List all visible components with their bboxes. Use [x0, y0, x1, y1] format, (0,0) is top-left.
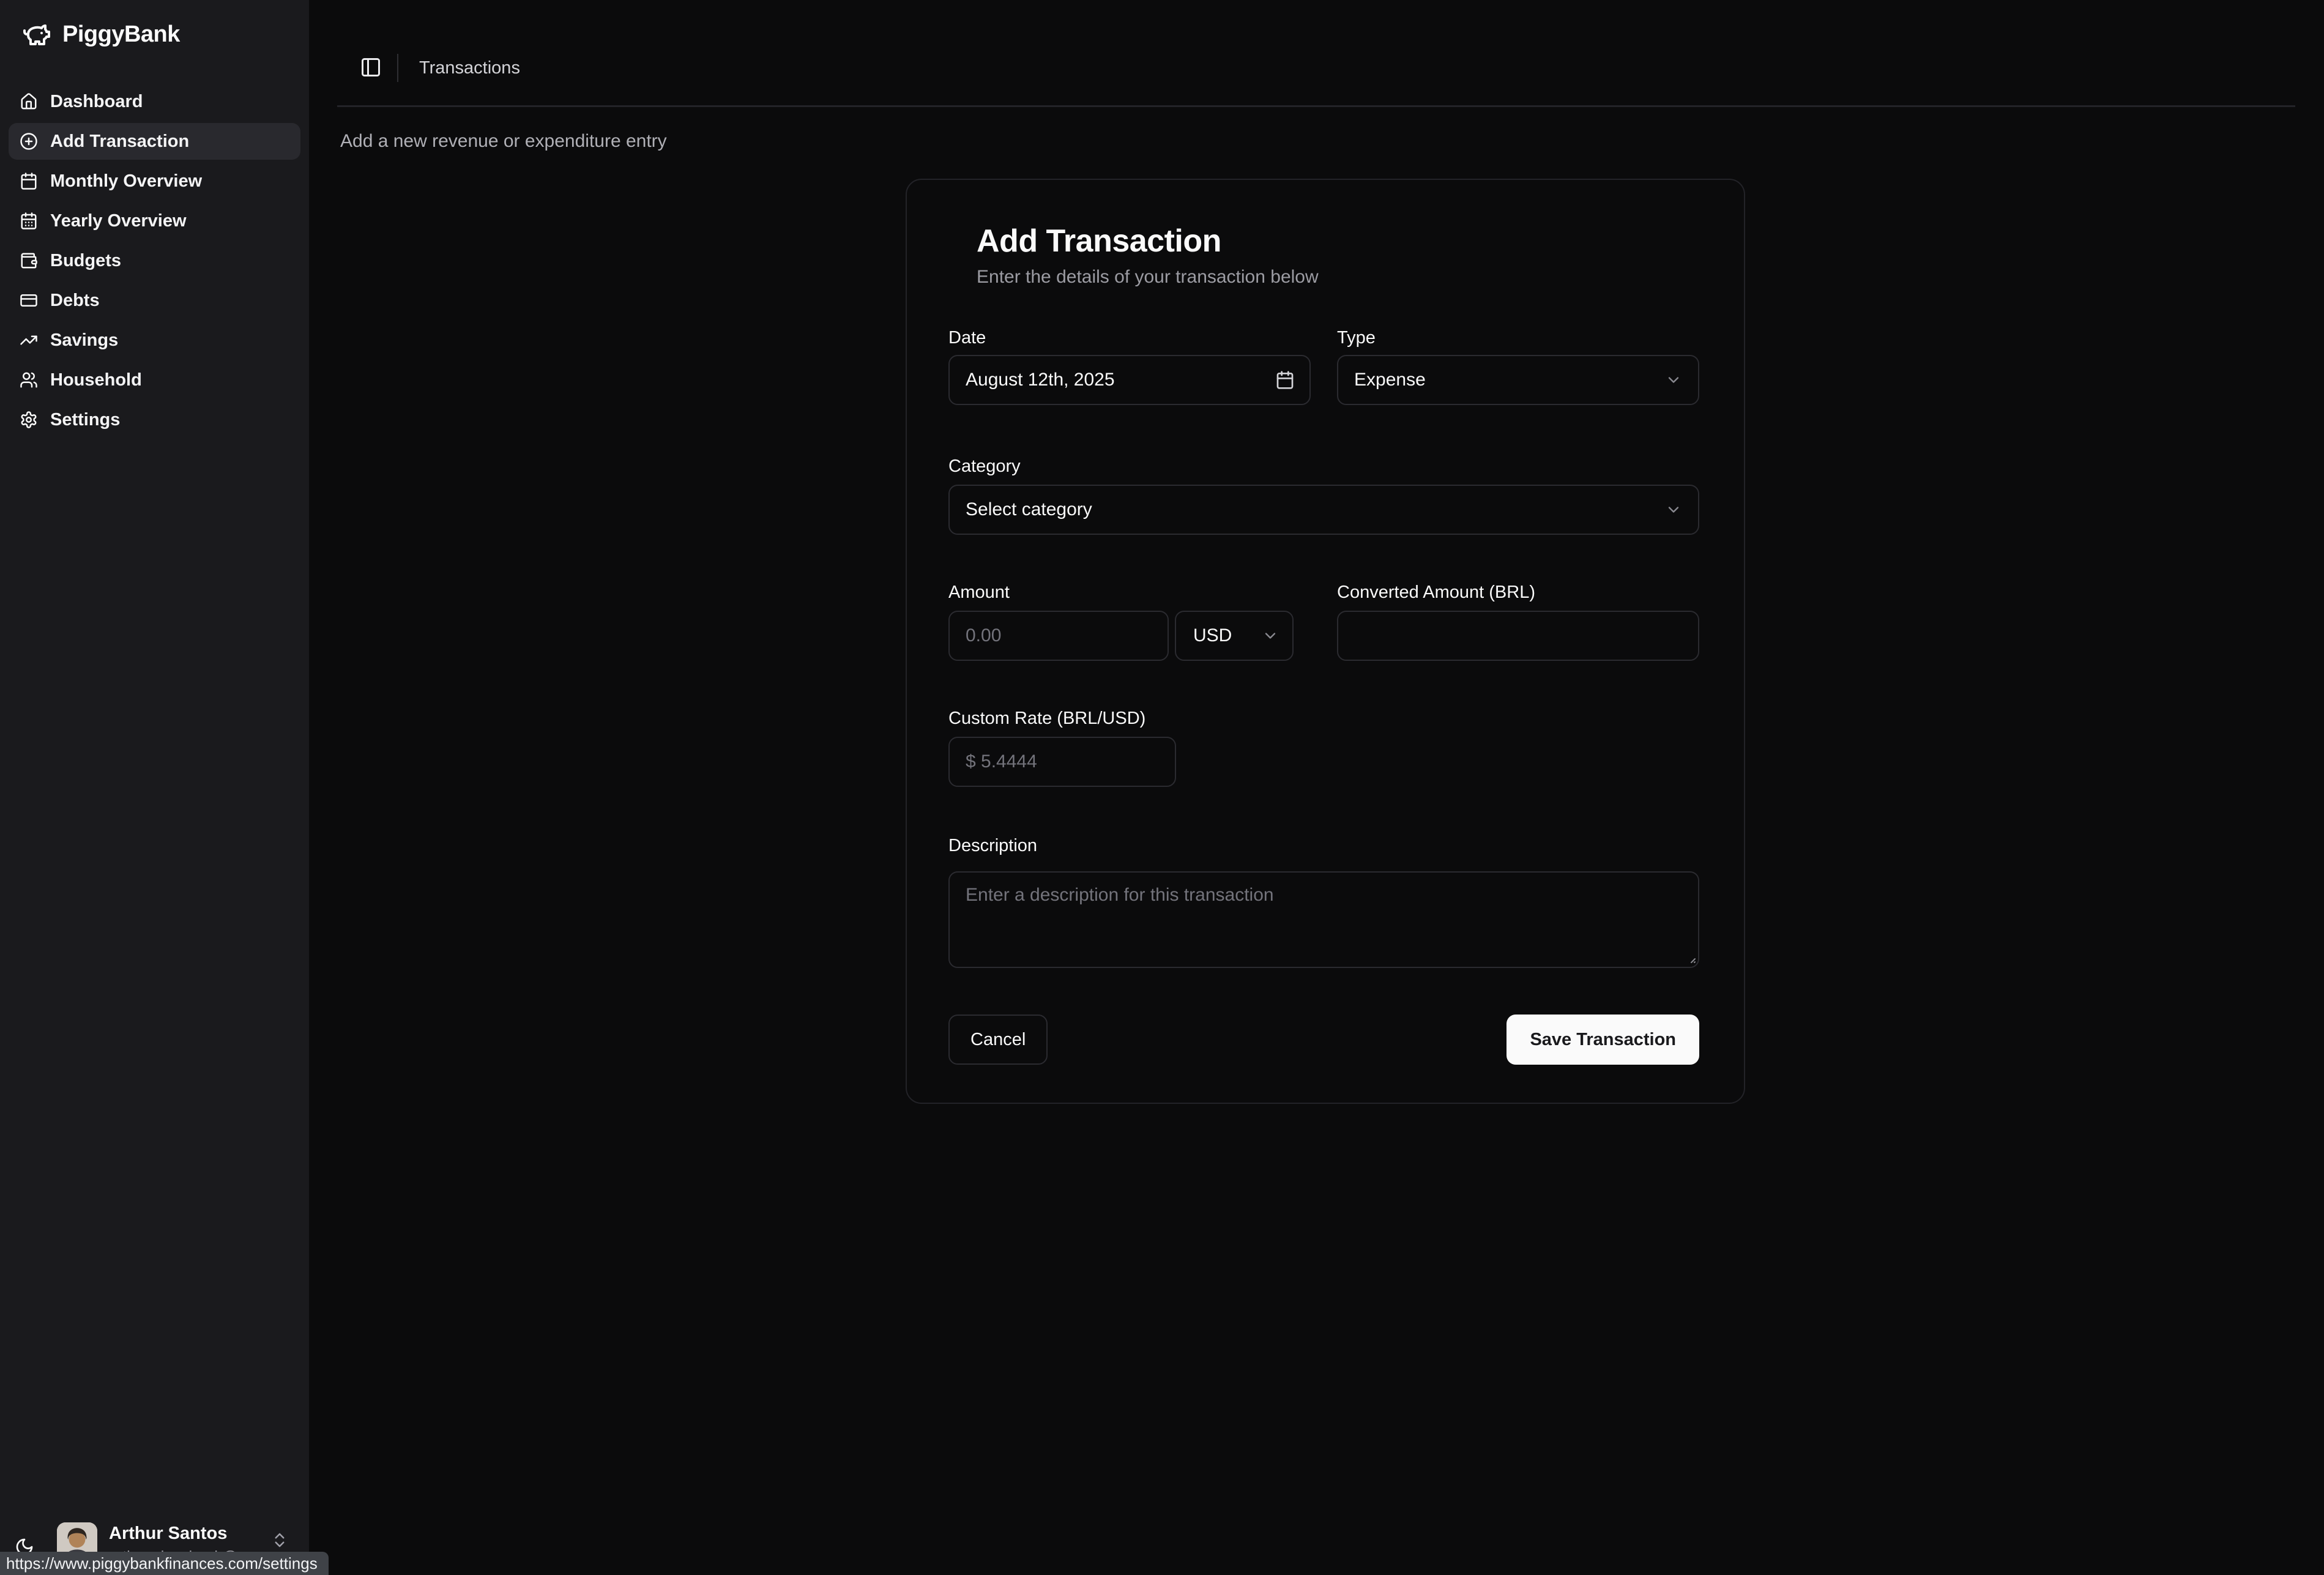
cancel-button[interactable]: Cancel: [948, 1015, 1048, 1065]
main-content: Transactions Add a new revenue or expend…: [309, 0, 2324, 1575]
users-icon: [20, 371, 38, 389]
trending-up-icon: [20, 331, 38, 349]
sidebar-item-yearly-overview[interactable]: Yearly Overview: [9, 203, 300, 239]
custom-rate-input[interactable]: [948, 737, 1176, 787]
amount-label: Amount: [948, 583, 1010, 603]
topbar-divider: [337, 105, 2295, 107]
date-label: Date: [948, 328, 986, 348]
piggybank-app: PiggyBank Dashboard Add Transaction Mont…: [0, 0, 2324, 1575]
type-select-value: Expense: [1354, 370, 1426, 390]
currency-select-value: USD: [1193, 625, 1232, 646]
sidebar-item-dashboard[interactable]: Dashboard: [9, 83, 300, 120]
calendar-days-icon: [20, 212, 38, 230]
description-textarea[interactable]: [948, 871, 1699, 968]
converted-amount-label: Converted Amount (BRL): [1337, 583, 1535, 603]
custom-rate-label: Custom Rate (BRL/USD): [948, 709, 1145, 729]
category-label: Category: [948, 456, 1021, 477]
wallet-icon: [20, 251, 38, 270]
date-field: [948, 355, 1311, 405]
home-icon: [20, 92, 38, 111]
sidebar-item-add-transaction[interactable]: Add Transaction: [9, 123, 300, 160]
sidebar-item-settings[interactable]: Settings: [9, 401, 300, 438]
converted-amount-input[interactable]: [1337, 611, 1699, 661]
brand-logo: PiggyBank: [22, 20, 180, 49]
sidebar-item-label: Budgets: [50, 251, 121, 271]
category-select[interactable]: Select category: [948, 485, 1699, 535]
sidebar-item-label: Household: [50, 370, 142, 390]
type-label: Type: [1337, 328, 1376, 348]
credit-card-icon: [20, 291, 38, 310]
add-transaction-card: Add Transaction Enter the details of you…: [906, 179, 1745, 1104]
sidebar-item-label: Monthly Overview: [50, 171, 202, 192]
sidebar-item-savings[interactable]: Savings: [9, 322, 300, 359]
sidebar-item-label: Savings: [50, 330, 118, 351]
card-title: Add Transaction: [977, 223, 1221, 259]
sidebar: PiggyBank Dashboard Add Transaction Mont…: [0, 0, 309, 1575]
circle-plus-icon: [20, 132, 38, 151]
sidebar-item-label: Settings: [50, 410, 120, 430]
sidebar-item-label: Debts: [50, 291, 100, 311]
sidebar-item-label: Dashboard: [50, 92, 143, 112]
sidebar-nav: Dashboard Add Transaction Monthly Overvi…: [9, 83, 300, 438]
chevron-down-icon: [1665, 371, 1682, 389]
sidebar-item-debts[interactable]: Debts: [9, 282, 300, 319]
page-subtitle: Add a new revenue or expenditure entry: [340, 131, 667, 152]
card-subtitle: Enter the details of your transaction be…: [977, 267, 1319, 288]
description-label: Description: [948, 836, 1037, 856]
sidebar-item-label: Add Transaction: [50, 132, 189, 152]
sidebar-item-budgets[interactable]: Budgets: [9, 242, 300, 279]
save-transaction-button[interactable]: Save Transaction: [1507, 1015, 1699, 1065]
sidebar-item-monthly-overview[interactable]: Monthly Overview: [9, 163, 300, 199]
brand-name: PiggyBank: [62, 21, 180, 48]
chevron-down-icon: [1665, 501, 1682, 518]
sidebar-item-household[interactable]: Household: [9, 362, 300, 398]
user-name: Arthur Santos: [109, 1524, 227, 1544]
piggy-bank-icon: [22, 20, 51, 49]
panel-left-icon: [360, 56, 384, 78]
breadcrumb[interactable]: Transactions: [419, 58, 520, 78]
date-input[interactable]: [948, 355, 1311, 405]
type-select[interactable]: Expense: [1337, 355, 1699, 405]
topbar-separator: [397, 54, 398, 82]
gear-icon: [20, 411, 38, 429]
chevrons-up-down-icon: [270, 1531, 289, 1549]
link-preview-tooltip: https://www.piggybankfinances.com/settin…: [0, 1552, 329, 1575]
calendar-icon: [20, 172, 38, 190]
amount-input[interactable]: [948, 611, 1169, 661]
sidebar-item-label: Yearly Overview: [50, 211, 187, 231]
category-select-value: Select category: [966, 499, 1092, 520]
sidebar-toggle-button[interactable]: [360, 56, 384, 81]
chevron-down-icon: [1262, 627, 1279, 644]
currency-select[interactable]: USD: [1175, 611, 1294, 661]
